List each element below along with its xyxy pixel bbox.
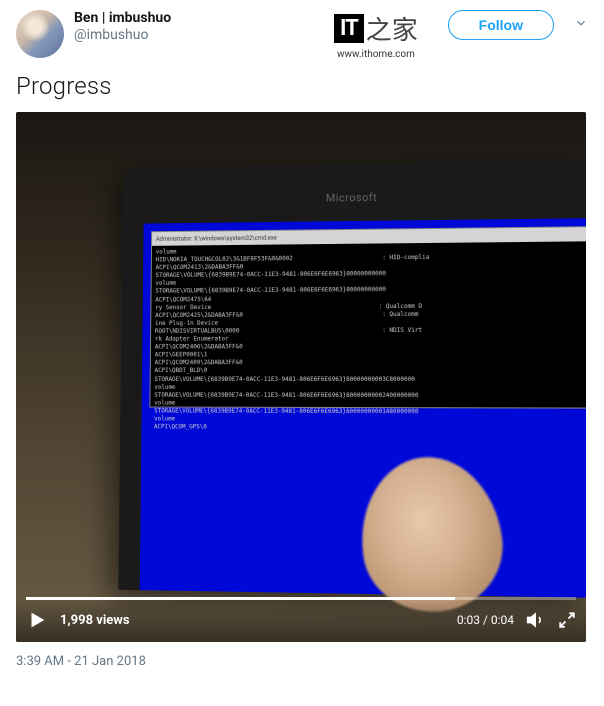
views-count: 1,998 views xyxy=(60,613,445,628)
watermark-logo-text: IT xyxy=(334,14,364,43)
video-player[interactable]: Microsoft Administrator: X:\windows\syst… xyxy=(16,112,586,642)
phone-brand-label: Microsoft xyxy=(326,191,377,205)
duration: 0:04 xyxy=(491,613,514,627)
current-time: 0:03 xyxy=(457,613,480,627)
video-controls: 1,998 views 0:03 / 0:04 xyxy=(16,598,586,642)
video-time: 0:03 / 0:04 xyxy=(457,613,514,627)
watermark: IT 之家 www.ithome.com xyxy=(334,10,418,60)
watermark-home-char: 之家 xyxy=(366,10,418,47)
volume-icon[interactable] xyxy=(526,610,546,630)
tweet-header: Ben | imbushuo @imbushuo IT 之家 www.ithom… xyxy=(16,10,588,58)
follow-button[interactable]: Follow xyxy=(448,10,554,40)
terminal-body: volume HID\NOKIA_TOUCH&COL02\3&1BF8F53F&… xyxy=(150,241,586,436)
phone-device: Microsoft Administrator: X:\windows\syst… xyxy=(118,160,586,598)
terminal-window: Administrator: X:\windows\system32\cmd.e… xyxy=(149,226,586,408)
tweet-text: Progress xyxy=(16,72,588,100)
play-icon[interactable] xyxy=(26,609,48,631)
tweet-timestamp[interactable]: 3:39 AM - 21 Jan 2018 xyxy=(16,654,588,669)
avatar[interactable] xyxy=(16,10,64,58)
fullscreen-icon[interactable] xyxy=(558,611,576,629)
watermark-url: www.ithome.com xyxy=(337,49,415,60)
chevron-down-icon[interactable] xyxy=(574,16,588,34)
